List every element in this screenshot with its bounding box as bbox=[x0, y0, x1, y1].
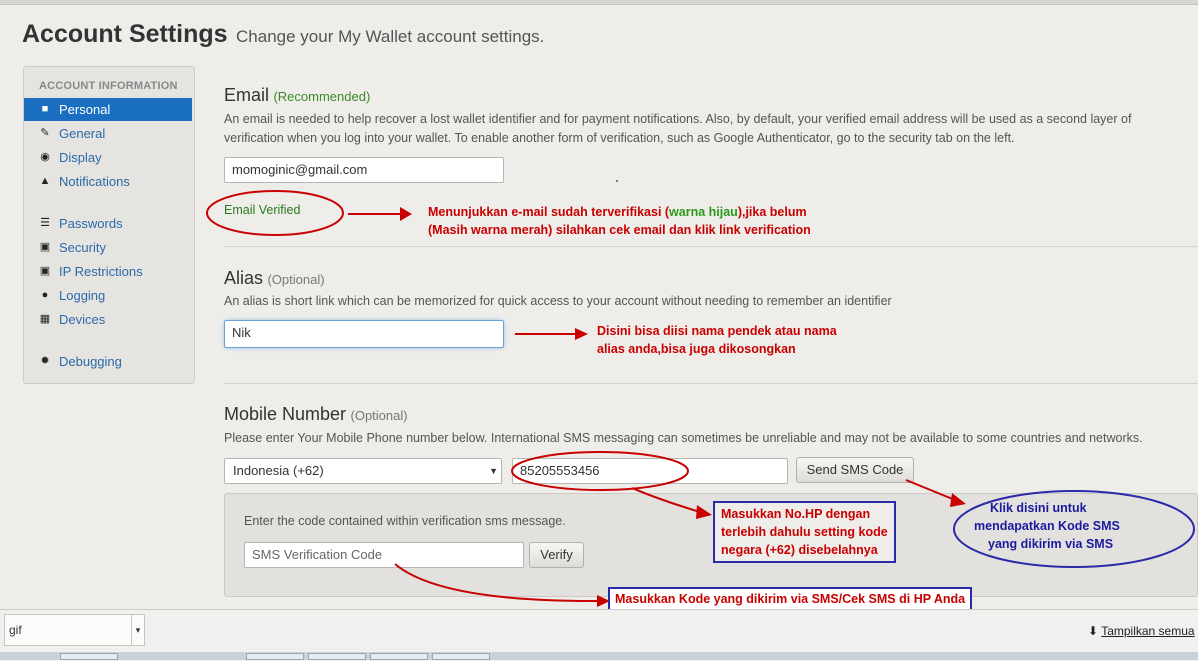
email-heading: Email bbox=[224, 85, 270, 105]
download-item-label: gif bbox=[9, 623, 22, 637]
sidebar-item-label: Devices bbox=[59, 312, 106, 327]
download-arrow-icon: ⬇ bbox=[1088, 624, 1099, 638]
sidebar-item-label: Security bbox=[59, 240, 106, 255]
section-divider bbox=[224, 246, 1198, 247]
page-subtitle: Change your My Wallet account settings. bbox=[236, 27, 545, 46]
mobile-description: Please enter Your Mobile Phone number be… bbox=[224, 431, 1143, 445]
taskbar-button[interactable] bbox=[246, 653, 304, 660]
taskbar-button[interactable] bbox=[60, 653, 118, 660]
sidebar-item-label: Notifications bbox=[59, 174, 130, 189]
sidebar-item-label: IP Restrictions bbox=[59, 264, 143, 279]
chevron-down-icon: ▼ bbox=[489, 466, 498, 476]
sidebar-item-general[interactable]: ✎ General bbox=[24, 122, 192, 145]
sidebar-item-security[interactable]: ▣ Security bbox=[24, 236, 192, 259]
email-verified-status: Email Verified bbox=[224, 203, 301, 217]
sidebar-item-ip-restrictions[interactable]: ▣ IP Restrictions bbox=[24, 260, 192, 283]
show-all-label: Tampilkan semua bbox=[1101, 624, 1195, 638]
taskbar-button[interactable] bbox=[432, 653, 490, 660]
mobile-section-title: Mobile Number (Optional) bbox=[224, 404, 408, 425]
alias-description: An alias is short link which can be memo… bbox=[224, 294, 892, 308]
taskbar-button[interactable] bbox=[370, 653, 428, 660]
arrowhead bbox=[400, 207, 412, 221]
send-sms-code-button[interactable]: Send SMS Code bbox=[796, 457, 914, 483]
sidebar-item-label: General bbox=[59, 126, 106, 141]
sidebar-item-display[interactable]: ◉ Display bbox=[24, 146, 192, 169]
sidebar-item-personal[interactable]: ■ Personal bbox=[24, 98, 192, 121]
email-recommended-tag: (Recommended) bbox=[273, 89, 371, 104]
sidebar-item-devices[interactable]: ▦ Devices bbox=[24, 308, 192, 331]
sidebar-item-label: Passwords bbox=[59, 216, 123, 231]
mobile-optional-tag: (Optional) bbox=[350, 408, 408, 423]
annotation-alias: Disini bisa diisi nama pendek atau nama … bbox=[597, 324, 837, 356]
taskbar-button[interactable] bbox=[308, 653, 366, 660]
annotation-sms-code: Masukkan Kode yang dikirim via SMS/Cek S… bbox=[608, 587, 973, 611]
list-icon: ☰ bbox=[40, 217, 50, 229]
annotation-email-verified: Menunjukkan e-mail sudah terverifikasi (… bbox=[428, 205, 811, 237]
sidebar-item-label: Debugging bbox=[59, 354, 122, 369]
sms-code-input[interactable]: SMS Verification Code bbox=[244, 542, 524, 568]
sidebar-item-label: Logging bbox=[59, 288, 106, 303]
lock-icon: ▣ bbox=[39, 241, 51, 253]
mobile-heading: Mobile Number bbox=[224, 404, 347, 424]
sidebar-heading: ACCOUNT INFORMATION bbox=[39, 80, 178, 92]
email-field[interactable]: momoginic@gmail.com bbox=[224, 157, 504, 183]
bell-icon: ▲ bbox=[39, 175, 51, 187]
sidebar-item-notifications[interactable]: ▲ Notifications bbox=[24, 170, 192, 193]
qrcode-icon: ▦ bbox=[39, 313, 51, 325]
alias-optional-tag: (Optional) bbox=[267, 272, 325, 287]
dot-marker bbox=[616, 180, 618, 182]
chevron-down-icon[interactable]: ▾ bbox=[131, 615, 144, 645]
page-title-text: Account Settings bbox=[22, 20, 228, 48]
section-divider bbox=[224, 383, 1198, 384]
info-circle-icon: ● bbox=[41, 289, 49, 301]
eye-icon: ◉ bbox=[40, 151, 50, 163]
sidebar-item-passwords[interactable]: ☰ Passwords bbox=[24, 212, 192, 235]
show-all-downloads-link[interactable]: ⬇ Tampilkan semua bbox=[1088, 624, 1195, 638]
annotation-phone-number: Masukkan No.HP dengan terlebih dahulu se… bbox=[713, 501, 896, 563]
country-code-select[interactable]: Indonesia (+62) ▼ bbox=[224, 458, 502, 484]
bug-icon: ✹ bbox=[40, 355, 50, 367]
country-code-value: Indonesia (+62) bbox=[233, 463, 324, 478]
taskbar bbox=[0, 652, 1198, 660]
lock-icon: ▣ bbox=[39, 265, 51, 277]
sms-verification-label: Enter the code contained within verifica… bbox=[244, 514, 566, 528]
sidebar-item-logging[interactable]: ● Logging bbox=[24, 284, 192, 307]
download-item[interactable]: gif ▾ bbox=[4, 614, 145, 646]
window-top-border bbox=[0, 0, 1198, 5]
sidebar-item-debugging[interactable]: ✹ Debugging bbox=[24, 350, 192, 373]
alias-heading: Alias bbox=[224, 268, 264, 288]
verify-button[interactable]: Verify bbox=[529, 542, 584, 568]
wrench-icon: ✎ bbox=[40, 127, 50, 139]
email-description: An email is needed to help recover a los… bbox=[224, 112, 1132, 145]
annotation-send-sms: Klik disini untuk mendapatkan Kode SMS y… bbox=[974, 501, 1120, 551]
user-icon: ■ bbox=[41, 103, 49, 115]
arrowhead bbox=[575, 328, 588, 340]
page-title: Account Settings Change your My Wallet a… bbox=[22, 20, 544, 49]
alias-section-title: Alias (Optional) bbox=[224, 268, 325, 289]
mobile-number-field[interactable]: 85205553456 bbox=[512, 458, 788, 484]
sidebar-item-label: Personal bbox=[59, 102, 111, 117]
sidebar-item-label: Display bbox=[59, 150, 102, 165]
email-section-title: Email (Recommended) bbox=[224, 85, 370, 106]
alias-field[interactable]: Nik bbox=[224, 320, 504, 348]
